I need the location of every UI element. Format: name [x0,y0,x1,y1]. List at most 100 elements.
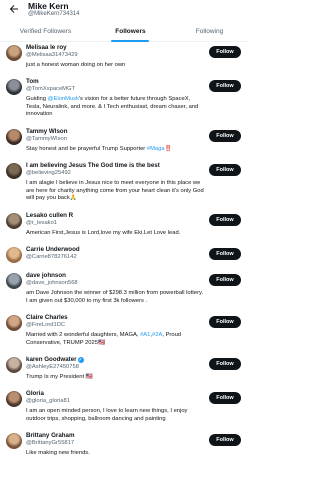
user-name-text: Lesako cullen R [26,212,74,219]
avatar[interactable] [6,247,22,263]
bio-text: am Dave Johnson the winner of $298.3 mil… [26,290,204,304]
user-bio: Stay honest and be prayerful Trump Suppo… [26,146,206,154]
follow-button[interactable]: Follow [209,80,241,92]
avatar[interactable] [6,357,22,373]
follow-button[interactable]: Follow [209,316,241,328]
tab-verified-followers[interactable]: Verified Followers [0,22,91,41]
follow-button[interactable]: Follow [209,130,241,142]
user-handle: @believing25492 [26,170,71,176]
user-handle: @AshleyE27450758 [26,364,79,370]
user-name[interactable]: Tammy WIson [26,128,67,136]
list-item[interactable]: Tammy WIson @TammyWIson Stay honest and be… [0,128,249,162]
list-item[interactable]: karen Goodwater ✓ @AshleyE27450758 Trump Is… [0,356,249,390]
user-name[interactable]: Lesako cullen R [26,212,73,220]
user-bio: American First,Jesus is Lord,love my wif… [26,230,206,238]
user-name[interactable]: Brittany Graham [26,432,74,440]
profile-handle: @MikeKern734314 [28,11,80,17]
avatar[interactable] [6,213,22,229]
bio-text: Guiding [26,96,48,102]
list-item[interactable]: Melisaa le roy @Melisaa31473429 just a hon… [0,44,249,78]
user-name-text: Tom [26,78,39,85]
user-name-text: Carrie Underwood [26,246,80,253]
list-item[interactable]: Carrie Underwood @Carrie878276142 Follow [0,246,249,272]
bio-text: Stay honest and be prayerful Trump Suppo… [26,146,147,152]
user-bio: Guiding @ElonMusk's vision for a better … [26,96,206,119]
follow-button[interactable]: Follow [209,164,241,176]
bio-mention-link[interactable]: @ElonMusk [48,96,79,102]
user-bio: am Dave Johnson the winner of $298.3 mil… [26,290,206,305]
user-name-text: I am believing Jesus The God time is the… [26,162,160,169]
user-name-text: Claire Charles [26,314,68,321]
profile-header: Mike Kern @MikeKern734314 [0,0,249,20]
avatar[interactable] [6,391,22,407]
user-name[interactable]: I am believing Jesus The God time is the… [26,162,160,170]
follow-button[interactable]: Follow [209,274,241,286]
user-bio: just a honest woman doing on her own [26,62,206,70]
avatar[interactable] [6,315,22,331]
list-item[interactable]: I am believing Jesus The God time is the… [0,162,249,212]
avatar[interactable] [6,45,22,61]
bio-text: Like making new friends. [26,450,90,456]
user-name-text: karen Goodwater [26,356,77,363]
follow-button[interactable]: Follow [209,248,241,260]
user-handle: @gloria_gloria81 [26,398,70,404]
avatar[interactable] [6,129,22,145]
tab-followers[interactable]: Followers [91,22,170,42]
verified-badge-icon: ✓ [77,357,84,363]
user-name[interactable]: Melisaa le roy [26,44,67,52]
follow-button[interactable]: Follow [209,434,241,446]
user-name[interactable]: Carrie Underwood [26,246,80,254]
user-name[interactable]: dave johnson [26,272,66,280]
user-name[interactable]: Gloria [26,390,44,398]
followers-list: Melisaa le roy @Melisaa31473429 just a hon… [0,44,249,466]
list-item[interactable]: Claire Charles @FireLord1DC Married with 2… [0,314,249,356]
bio-text: American First,Jesus is Lord,love my wif… [26,230,181,236]
profile-name: Mike Kern [28,1,69,11]
user-name-text: Gloria [26,390,44,397]
user-bio: Trump Is my President 🇺🇸 [26,374,206,382]
user-name-text: Tammy WIson [26,128,68,135]
user-bio: I am an open minded person, I love to le… [26,408,206,423]
follow-button[interactable]: Follow [209,392,241,404]
back-arrow-icon[interactable] [8,3,20,15]
follow-button[interactable]: Follow [209,358,241,370]
user-handle: @Carrie878276142 [26,254,77,260]
user-name[interactable]: Tom [26,78,39,86]
list-item[interactable]: dave johnson @dave_johnson568 am Dave John… [0,272,249,314]
bio-mention-link[interactable]: #2A [152,332,162,338]
list-item[interactable]: Lesako cullen R @r_lesako1 American First,… [0,212,249,246]
user-name-text: Brittany Graham [26,432,75,439]
list-item[interactable]: Tom @TomXspaceMGT Guiding @ElonMusk's visi… [0,78,249,128]
user-bio: Like making new friends. [26,450,206,458]
tab-following[interactable]: Following [170,22,249,41]
bio-text: just a honest woman doing on her own [26,62,126,68]
user-handle: @BrittanyGr55817 [26,440,75,446]
bio-text: I am alagie I believe in Jesus nice to m… [26,180,204,202]
list-item[interactable]: Brittany Graham @BrittanyGr55817 Like maki… [0,432,249,466]
user-name[interactable]: karen Goodwater ✓ [26,356,84,364]
user-handle: @TammyWIson [26,136,67,142]
avatar[interactable] [6,433,22,449]
follow-button[interactable]: Follow [209,214,241,226]
user-name-text: Melisaa le roy [26,44,67,51]
bio-text: ‼️ [164,146,172,152]
user-handle: @Melisaa31473429 [26,52,78,58]
avatar[interactable] [6,163,22,179]
user-handle: @FireLord1DC [26,322,66,328]
avatar[interactable] [6,79,22,95]
user-name[interactable]: Claire Charles [26,314,68,322]
avatar[interactable] [6,273,22,289]
bio-text: Married with 2 wonderful daughters, MAGA… [26,332,141,338]
follow-button[interactable]: Follow [209,46,241,58]
active-tab-indicator [111,40,150,42]
bio-text: I am an open minded person, I love to le… [26,408,188,422]
bio-text: Trump Is my President 🇺🇸 [26,374,93,380]
user-handle: @r_lesako1 [26,220,58,226]
user-bio: Married with 2 wonderful daughters, MAGA… [26,332,206,347]
user-name-text: dave johnson [26,272,66,279]
bio-mention-link[interactable]: #A1 [140,332,150,338]
bio-mention-link[interactable]: #Maga [147,146,165,152]
list-item[interactable]: Gloria @gloria_gloria81 I am an open minde… [0,390,249,432]
user-bio: I am alagie I believe in Jesus nice to m… [26,180,206,203]
user-handle: @TomXspaceMGT [26,86,76,92]
